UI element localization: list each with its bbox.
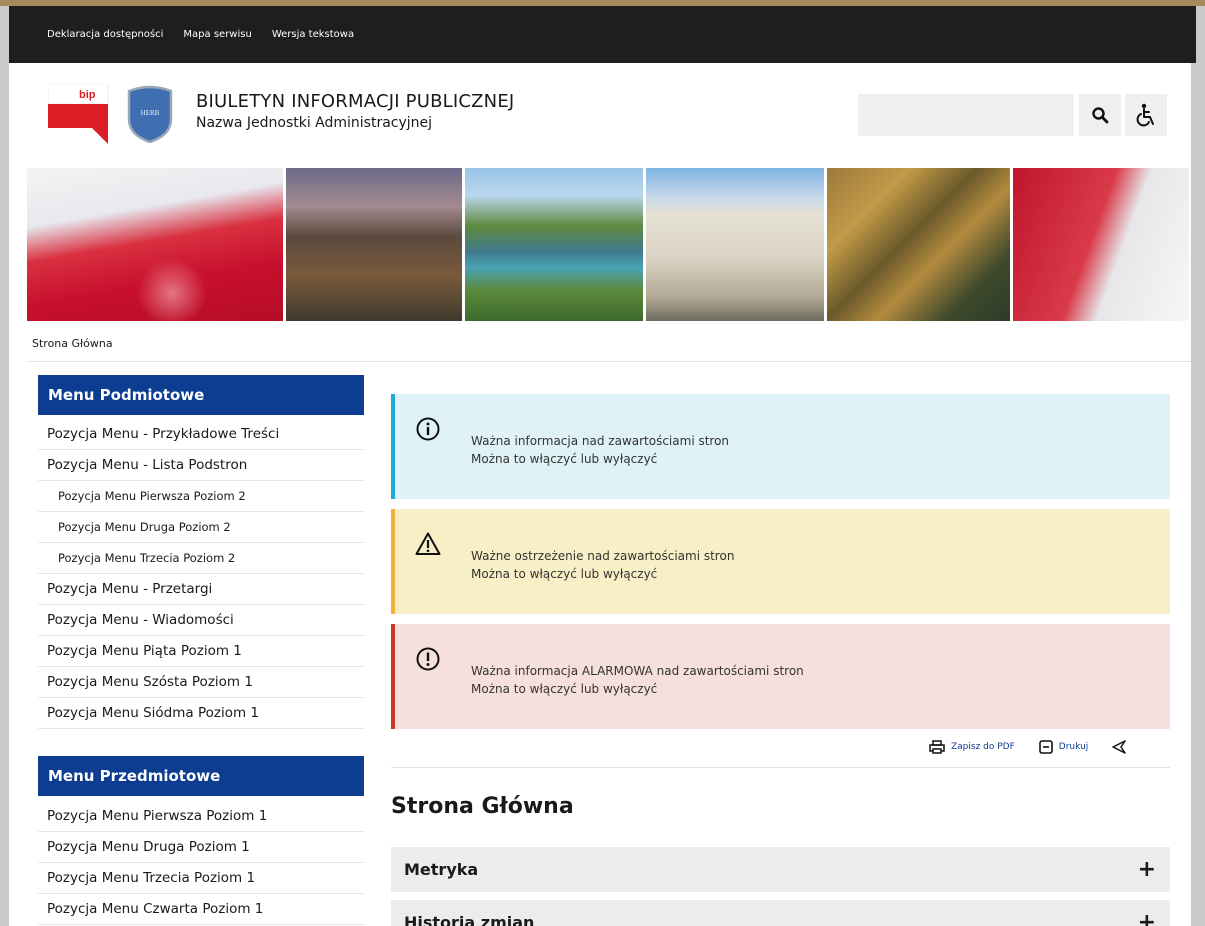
menu-podmiotowe-list: Pozycja Menu - Przykładowe Treści Pozycj…: [38, 419, 364, 729]
page-tools: Zapisz do PDF Drukuj: [929, 740, 1132, 754]
menu-item[interactable]: Pozycja Menu - Lista Podstron: [38, 450, 364, 481]
warning-icon: [415, 532, 441, 555]
menu-item[interactable]: Pozycja Menu Trzecia Poziom 1: [38, 863, 364, 894]
crest-text: HERB: [141, 109, 160, 117]
banner-photo-park-lake: [465, 168, 643, 321]
save-pdf-label: Zapisz do PDF: [951, 742, 1015, 752]
menu-item[interactable]: Pozycja Menu Czwarta Poziom 1: [38, 894, 364, 925]
accordion-label: Historia zmian: [404, 913, 535, 926]
info-alert-line1: Ważna informacja nad zawartościami stron: [471, 434, 730, 448]
link-text-version[interactable]: Wersja tekstowa: [272, 29, 354, 40]
search-input[interactable]: [858, 94, 1074, 136]
banner-photo-building: [646, 168, 824, 321]
share-icon: [1112, 740, 1127, 754]
accordion-historia-zmian[interactable]: Historia zmian +: [391, 900, 1170, 926]
menu-przedmiotowe-list: Pozycja Menu Pierwsza Poziom 1 Pozycja M…: [38, 801, 364, 925]
warning-alert-line1: Ważne ostrzeżenie nad zawartościami stro…: [471, 549, 735, 563]
link-site-map[interactable]: Mapa serwisu: [183, 29, 251, 40]
menu-item[interactable]: Pozycja Menu Szósta Poziom 1: [38, 667, 364, 698]
save-pdf-button[interactable]: Zapisz do PDF: [929, 740, 1015, 754]
banner-photo-flag: [27, 168, 283, 321]
plus-icon: +: [1137, 857, 1156, 882]
site-subtitle: Nazwa Jednostki Administracyjnej: [196, 115, 433, 131]
search-button[interactable]: [1079, 94, 1121, 136]
banner-photo-ballot: [1013, 168, 1189, 321]
menu-podmiotowe-header: Menu Podmiotowe: [38, 375, 364, 415]
bip-logo[interactable]: bip: [48, 84, 110, 146]
breadcrumb[interactable]: Strona Główna: [32, 337, 113, 350]
warning-alert: Ważne ostrzeżenie nad zawartościami stro…: [391, 509, 1170, 614]
printer-pdf-icon: [929, 740, 945, 754]
alarm-alert-line2: Można to włączyć lub wyłączyć: [471, 682, 658, 696]
search-icon: [1092, 107, 1109, 124]
link-accessibility-declaration[interactable]: Deklaracja dostępności: [47, 29, 163, 40]
menu-item[interactable]: Pozycja Menu Pierwsza Poziom 1: [38, 801, 364, 832]
tools-divider: [391, 767, 1170, 768]
plus-icon: +: [1137, 910, 1156, 926]
menu-item[interactable]: Pozycja Menu - Wiadomości: [38, 605, 364, 636]
banner-photo-aerial: [827, 168, 1010, 321]
menu-przedmiotowe-header: Menu Przedmiotowe: [38, 756, 364, 796]
menu-item[interactable]: Pozycja Menu Siódma Poziom 1: [38, 698, 364, 729]
menu-item[interactable]: Pozycja Menu Druga Poziom 1: [38, 832, 364, 863]
alarm-icon: [416, 647, 440, 671]
warning-alert-line2: Można to włączyć lub wyłączyć: [471, 567, 658, 581]
header-banner: [27, 168, 1191, 321]
menu-item[interactable]: Pozycja Menu - Przykładowe Treści: [38, 419, 364, 450]
menu-subitem[interactable]: Pozycja Menu Pierwsza Poziom 2: [38, 481, 364, 512]
banner-photo-city-night: [286, 168, 462, 321]
menu-subitem[interactable]: Pozycja Menu Druga Poziom 2: [38, 512, 364, 543]
site-titles: BIULETYN INFORMACJI PUBLICZNEJ Nazwa Jed…: [196, 91, 514, 131]
top-nav-bar: Deklaracja dostępności Mapa serwisu Wers…: [9, 6, 1196, 63]
alarm-alert: Ważna informacja ALARMOWA nad zawartości…: [391, 624, 1170, 729]
info-icon: [416, 417, 440, 441]
alarm-alert-line1: Ważna informacja ALARMOWA nad zawartości…: [471, 664, 804, 678]
bip-logo-text: bip: [79, 89, 96, 101]
print-icon: [1038, 740, 1053, 754]
breadcrumb-divider: [27, 361, 1191, 362]
site-title: BIULETYN INFORMACJI PUBLICZNEJ: [196, 91, 515, 112]
info-alert-line2: Można to włączyć lub wyłączyć: [471, 452, 658, 466]
page-container: bip HERB BIULETYN INFORMACJI PUBLICZNEJ …: [9, 63, 1191, 926]
accordion-label: Metryka: [404, 860, 479, 879]
share-button[interactable]: [1112, 740, 1132, 754]
menu-subitem[interactable]: Pozycja Menu Trzecia Poziom 2: [38, 543, 364, 574]
accessibility-button[interactable]: [1125, 94, 1167, 136]
wheelchair-icon: [1136, 103, 1154, 127]
menu-item[interactable]: Pozycja Menu - Przetargi: [38, 574, 364, 605]
crest-emblem: HERB: [127, 85, 173, 143]
menu-item[interactable]: Pozycja Menu Piąta Poziom 1: [38, 636, 364, 667]
accordion-metryka[interactable]: Metryka +: [391, 847, 1170, 892]
page-title: Strona Główna: [391, 794, 574, 819]
print-label: Drukuj: [1058, 742, 1089, 752]
print-button[interactable]: Drukuj: [1038, 740, 1089, 754]
info-alert: Ważna informacja nad zawartościami stron…: [391, 394, 1170, 499]
